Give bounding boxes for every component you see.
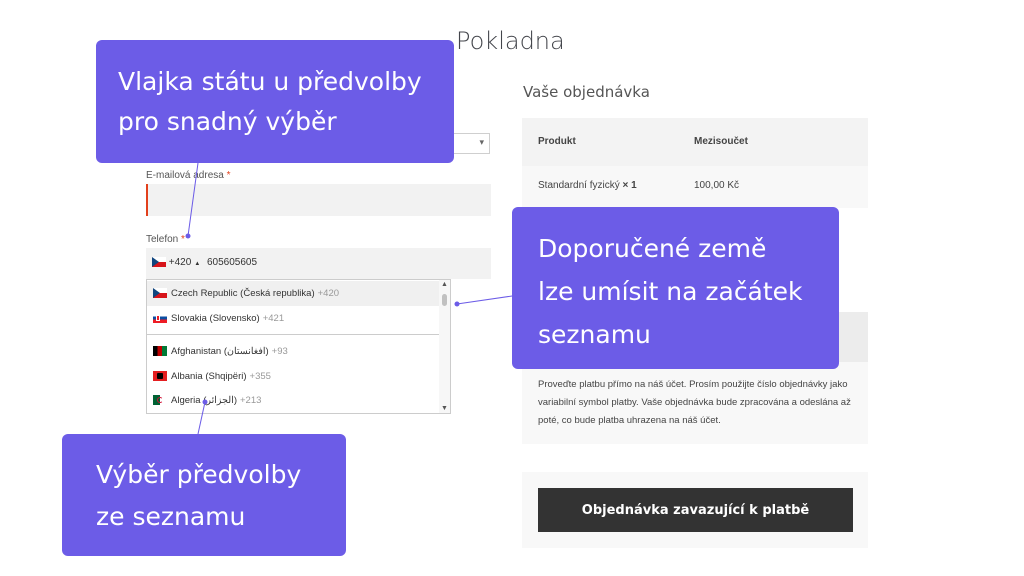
connector-dot-recommended [454,301,460,307]
callout-text: ze seznamu [96,502,246,531]
callout-text: seznamu [538,320,651,349]
callout-select: Výběr předvolby ze seznamu [62,434,346,556]
connector-dot-flag [185,233,191,239]
callout-flag-note: Vlajka státu u předvolby pro snadný výbě… [96,40,454,163]
callout-text: pro snadný výběr [118,107,337,136]
callout-text: Výběr předvolby [96,460,302,489]
callout-text: Vlajka státu u předvolby [118,67,422,96]
callout-text: Doporučené země [538,234,767,263]
connector-dot-select [202,399,208,405]
connector-select [197,401,206,435]
callout-text: lze umísit na začátek [538,277,803,306]
connector-flag [187,162,199,237]
connector-recommended [456,295,513,305]
callout-recommended: Doporučené země lze umísit na začátek se… [512,207,839,369]
